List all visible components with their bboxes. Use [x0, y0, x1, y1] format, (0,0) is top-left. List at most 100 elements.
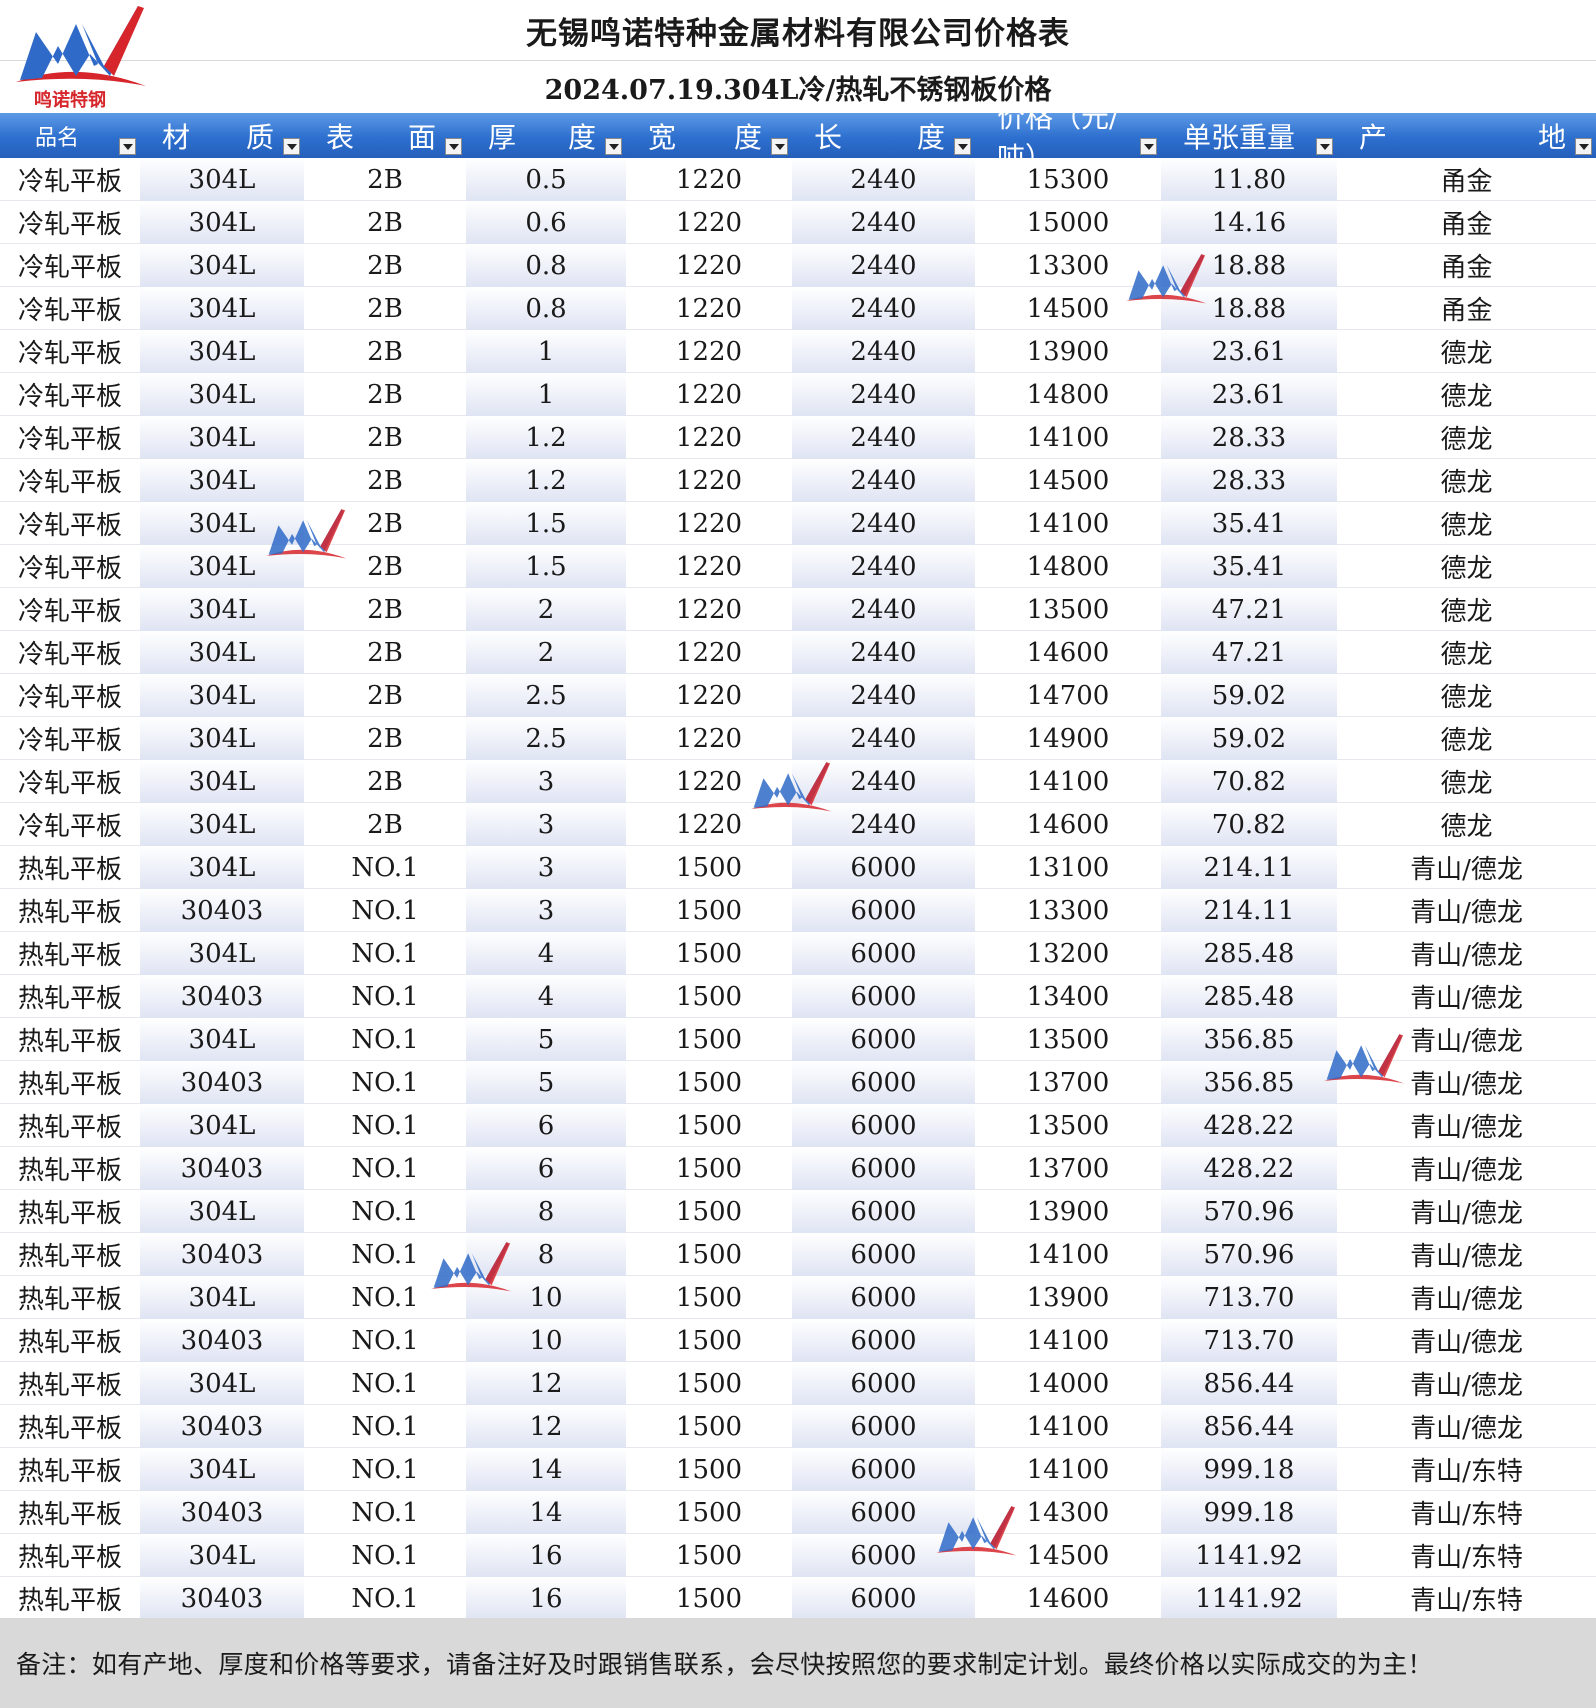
cell-surface: 2B: [367, 551, 403, 582]
cell-surface: NO.1: [351, 1067, 419, 1098]
table-row: 热轧平板 304L NO.1 4 1500 6000 13200 285.48 青山/德龙: [0, 932, 1596, 975]
cell-origin: 德龙: [1440, 769, 1493, 799]
cell-surface: 2B: [367, 594, 403, 625]
cell-material: 304L: [140, 846, 304, 889]
filter-dropdown-icon[interactable]: [1316, 138, 1333, 155]
cell-material: 30403: [140, 1491, 304, 1534]
cell-surface: NO.1: [351, 1196, 419, 1227]
cell-length: 6000: [792, 1491, 975, 1534]
cell-price: 13500: [1026, 1024, 1110, 1055]
header-label-tail: 质: [245, 120, 274, 154]
cell-sheet-weight: 285.48: [1161, 932, 1337, 975]
cell-price: 14100: [1026, 766, 1110, 797]
cell-product-name: 冷轧平板: [17, 640, 122, 670]
cell-width: 1220: [675, 766, 743, 797]
table-row: 热轧平板 30403 NO.1 5 1500 6000 13700 356.85 青山/德龙: [0, 1061, 1596, 1104]
cell-material: 304L: [140, 1534, 304, 1577]
cell-surface: NO.1: [351, 1540, 419, 1571]
cell-material: 304L: [140, 330, 304, 373]
cell-price: 14900: [1026, 723, 1110, 754]
filter-dropdown-icon[interactable]: [283, 138, 300, 155]
cell-length: 6000: [792, 1534, 975, 1577]
header-label: 单张重量: [1183, 120, 1296, 154]
cell-sheet-weight: 35.41: [1161, 502, 1337, 545]
cell-sheet-weight: 713.70: [1161, 1276, 1337, 1319]
cell-surface: 2B: [367, 680, 403, 711]
cell-length: 2440: [792, 330, 975, 373]
cell-origin: 德龙: [1440, 597, 1493, 627]
cell-surface: 2B: [367, 723, 403, 754]
cell-length: 6000: [792, 1233, 975, 1276]
cell-surface: NO.1: [351, 1497, 419, 1528]
cell-price: 14600: [1026, 809, 1110, 840]
cell-sheet-weight: 23.61: [1161, 330, 1337, 373]
cell-origin: 青山/德龙: [1410, 984, 1523, 1014]
cell-width: 1220: [675, 250, 743, 281]
company-logo-icon: 鸣诺特钢: [16, 6, 146, 110]
cell-width: 1500: [675, 1153, 743, 1184]
price-sheet: 无锡鸣诺特种金属材料有限公司价格表 2024.07.19.304L冷/热轧不锈钢…: [0, 0, 1596, 1708]
cell-material: 30403: [140, 1577, 304, 1620]
cell-origin: 青山/德龙: [1410, 1199, 1523, 1229]
cell-thickness: 6: [466, 1147, 626, 1190]
table-row: 冷轧平板 304L 2B 2.5 1220 2440 14700 59.02 德龙: [0, 674, 1596, 717]
footer-note: 备注：如有产地、厚度和价格等要求，请备注好及时跟销售联系，会尽快按照您的要求制定…: [0, 1618, 1596, 1708]
cell-price: 13900: [1026, 1196, 1110, 1227]
header-label: 表: [326, 120, 355, 154]
filter-dropdown-icon[interactable]: [954, 138, 971, 155]
filter-dropdown-icon[interactable]: [605, 138, 622, 155]
cell-material: 304L: [140, 201, 304, 244]
cell-sheet-weight: 356.85: [1161, 1061, 1337, 1104]
cell-thickness: 4: [466, 975, 626, 1018]
cell-material: 30403: [140, 1233, 304, 1276]
cell-material: 304L: [140, 1104, 304, 1147]
filter-dropdown-icon[interactable]: [771, 138, 788, 155]
cell-product-name: 热轧平板: [17, 1027, 122, 1057]
cell-origin: 德龙: [1440, 339, 1493, 369]
cell-product-name: 冷轧平板: [17, 726, 122, 756]
cell-origin: 青山/德龙: [1410, 1070, 1523, 1100]
cell-thickness: 3: [466, 846, 626, 889]
cell-surface: 2B: [367, 508, 403, 539]
cell-length: 6000: [792, 846, 975, 889]
cell-thickness: 0.8: [466, 244, 626, 287]
cell-sheet-weight: 856.44: [1161, 1405, 1337, 1448]
price-table: 冷轧平板 304L 2B 0.5 1220 2440 15300 11.80 甬金 冷轧平板 304…: [0, 158, 1596, 1620]
cell-thickness: 10: [466, 1276, 626, 1319]
cell-product-name: 热轧平板: [17, 1156, 122, 1186]
cell-sheet-weight: 999.18: [1161, 1491, 1337, 1534]
cell-surface: NO.1: [351, 1024, 419, 1055]
cell-length: 6000: [792, 1104, 975, 1147]
filter-dropdown-icon[interactable]: [445, 138, 462, 155]
table-row: 冷轧平板 304L 2B 3 1220 2440 14600 70.82 德龙: [0, 803, 1596, 846]
cell-origin: 德龙: [1440, 683, 1493, 713]
cell-material: 304L: [140, 1018, 304, 1061]
cell-product-name: 冷轧平板: [17, 339, 122, 369]
cell-sheet-weight: 570.96: [1161, 1190, 1337, 1233]
filter-dropdown-icon[interactable]: [119, 138, 136, 155]
cell-length: 2440: [792, 244, 975, 287]
cell-thickness: 1.2: [466, 416, 626, 459]
cell-product-name: 冷轧平板: [17, 683, 122, 713]
filter-dropdown-icon[interactable]: [1140, 138, 1157, 155]
cell-price: 15300: [1026, 164, 1110, 195]
cell-thickness: 5: [466, 1018, 626, 1061]
cell-origin: 青山/德龙: [1410, 1027, 1523, 1057]
cell-material: 304L: [140, 932, 304, 975]
table-row: 冷轧平板 304L 2B 0.5 1220 2440 15300 11.80 甬金: [0, 158, 1596, 201]
cell-surface: NO.1: [351, 852, 419, 883]
table-row: 冷轧平板 304L 2B 1.2 1220 2440 14500 28.33 德龙: [0, 459, 1596, 502]
cell-product-name: 热轧平板: [17, 941, 122, 971]
cell-surface: 2B: [367, 465, 403, 496]
cell-product-name: 冷轧平板: [17, 511, 122, 541]
cell-product-name: 热轧平板: [17, 1113, 122, 1143]
cell-material: 304L: [140, 158, 304, 201]
cell-origin: 德龙: [1440, 382, 1493, 412]
cell-width: 1500: [675, 981, 743, 1012]
filter-dropdown-icon[interactable]: [1575, 138, 1592, 155]
cell-product-name: 热轧平板: [17, 1543, 122, 1573]
cell-product-name: 冷轧平板: [17, 769, 122, 799]
cell-length: 6000: [792, 1061, 975, 1104]
cell-product-name: 热轧平板: [17, 1371, 122, 1401]
cell-material: 304L: [140, 502, 304, 545]
